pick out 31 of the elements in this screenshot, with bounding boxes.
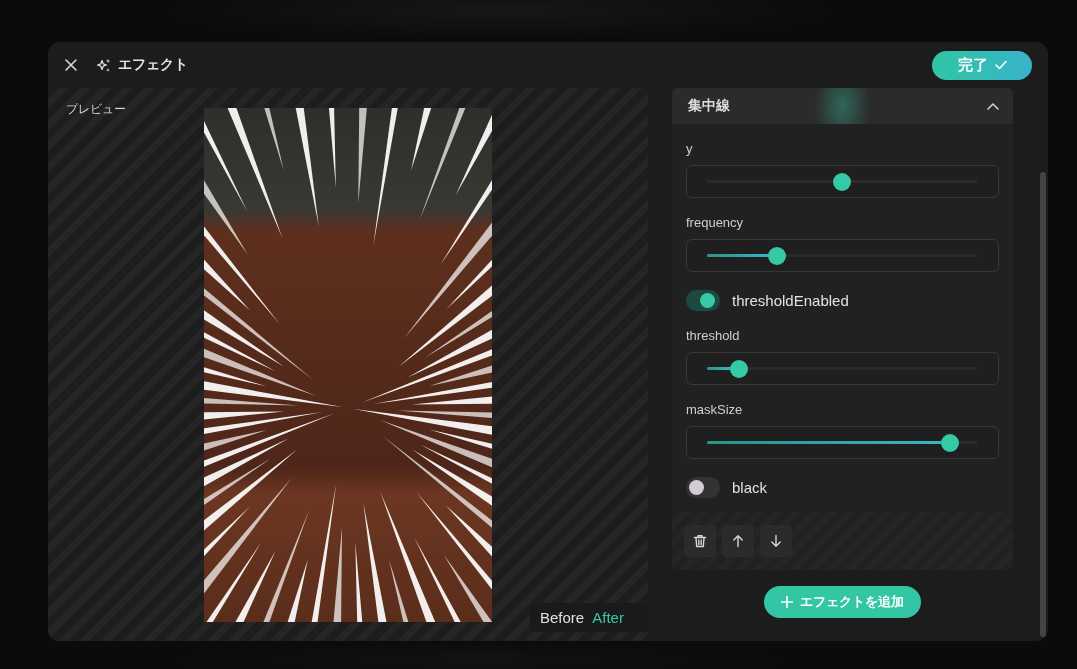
check-icon xyxy=(994,60,1007,70)
slider-label: frequency xyxy=(686,215,744,231)
toggle-label: thresholdEnabled xyxy=(732,291,849,311)
sparkle-icon xyxy=(96,57,111,73)
slider-label: maskSize xyxy=(686,402,743,418)
slider-thumb[interactable] xyxy=(730,359,749,378)
slider-thumb[interactable] xyxy=(768,246,787,265)
move-up-button[interactable] xyxy=(722,525,754,557)
close-button[interactable] xyxy=(65,59,77,71)
preview-label: プレビュー xyxy=(66,102,126,116)
slider-label: threshold xyxy=(686,328,740,344)
arrow-up-icon xyxy=(731,534,745,548)
compare-tab[interactable]: Before xyxy=(540,608,585,627)
trash-icon xyxy=(693,534,707,548)
effect-title: 集中線 xyxy=(688,97,730,115)
move-down-button[interactable] xyxy=(760,525,792,557)
slider-thumb[interactable] xyxy=(833,172,851,191)
scrollbar-thumb[interactable] xyxy=(1040,172,1046,637)
compare-tab[interactable]: After xyxy=(592,608,624,627)
slider-thumb[interactable] xyxy=(941,433,959,452)
plus-icon xyxy=(781,596,793,608)
toggle-switch[interactable] xyxy=(686,290,720,311)
close-icon xyxy=(65,59,77,71)
slider-label: y xyxy=(686,141,693,157)
effect-header[interactable]: 集中線 xyxy=(672,88,1013,124)
arrow-down-icon xyxy=(769,534,783,548)
toggle-switch[interactable] xyxy=(686,477,720,498)
chevron-up-icon[interactable] xyxy=(987,101,999,111)
toggle-label: black xyxy=(732,478,768,498)
dialog-title: エフェクト xyxy=(118,56,188,74)
delete-button[interactable] xyxy=(684,525,716,557)
